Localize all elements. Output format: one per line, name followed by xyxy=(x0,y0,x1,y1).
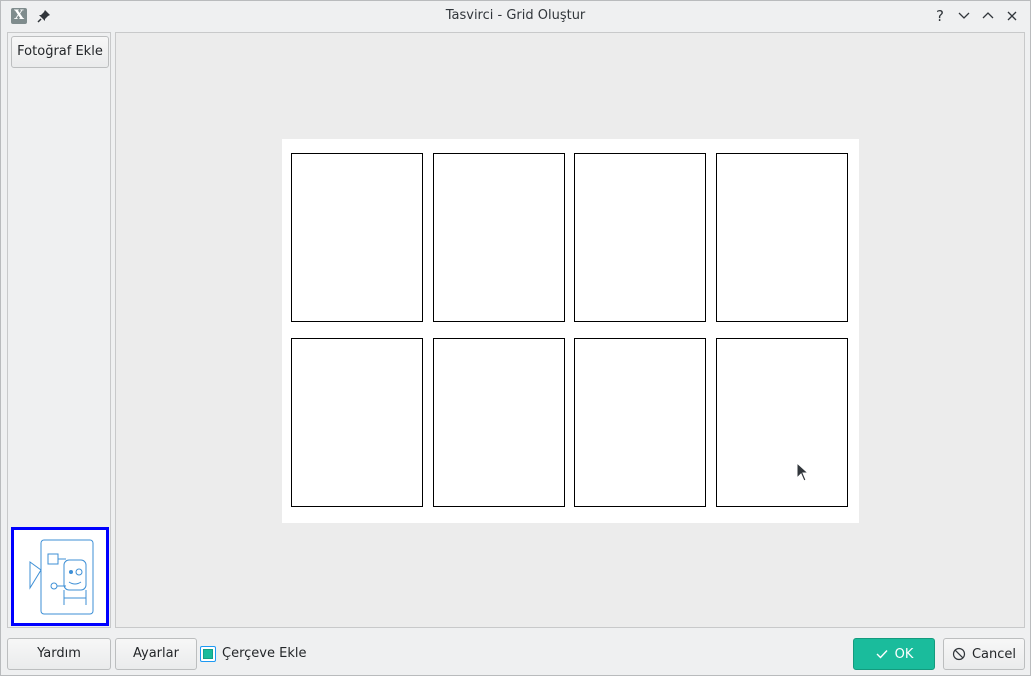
photo-list-panel: Fotoğraf Ekle xyxy=(7,32,111,628)
checkbox-checked-indicator xyxy=(203,649,213,659)
grid-cell-r2c3[interactable] xyxy=(574,338,706,507)
check-icon xyxy=(876,650,888,659)
grid-cell-r2c1[interactable] xyxy=(291,338,423,507)
ok-button[interactable]: OK xyxy=(853,638,935,670)
grid-cell-r1c3[interactable] xyxy=(574,153,706,322)
help-button[interactable]: Yardım xyxy=(7,638,111,670)
cancel-icon xyxy=(952,647,966,661)
maximize-icon[interactable] xyxy=(979,7,997,25)
grid-cell-r1c4[interactable] xyxy=(716,153,848,322)
close-icon[interactable] xyxy=(1003,7,1021,25)
minimize-icon[interactable] xyxy=(955,7,973,25)
grid-cell-r2c2[interactable] xyxy=(433,338,565,507)
add-photo-button[interactable]: Fotoğraf Ekle xyxy=(11,36,109,68)
window-title: Tasvirci - Grid Oluştur xyxy=(445,8,586,23)
title-bar: X Tasvirci - Grid Oluştur ? xyxy=(1,1,1030,31)
grid-page xyxy=(282,139,859,523)
frame-checkbox-label[interactable]: Çerçeve Ekle xyxy=(222,646,306,662)
help-icon[interactable]: ? xyxy=(931,7,949,25)
grid-cell-r1c2[interactable] xyxy=(433,153,565,322)
ok-button-label: OK xyxy=(894,646,914,662)
grid-cell-r2c4[interactable] xyxy=(716,338,848,507)
cursor-icon xyxy=(796,461,810,484)
dialog-window: X Tasvirci - Grid Oluştur ? Fotoğraf Ekl… xyxy=(0,0,1031,676)
settings-button[interactable]: Ayarlar xyxy=(115,638,197,670)
cancel-button-label: Cancel xyxy=(971,646,1017,662)
grid-canvas-area[interactable] xyxy=(115,32,1025,628)
help-glyph: ? xyxy=(936,7,944,25)
frame-checkbox[interactable] xyxy=(200,646,216,662)
grid-cell-r1c1[interactable] xyxy=(291,153,423,322)
cancel-button[interactable]: Cancel xyxy=(943,638,1025,670)
thumbnail-image xyxy=(29,539,94,615)
photo-thumbnail[interactable] xyxy=(11,527,109,626)
